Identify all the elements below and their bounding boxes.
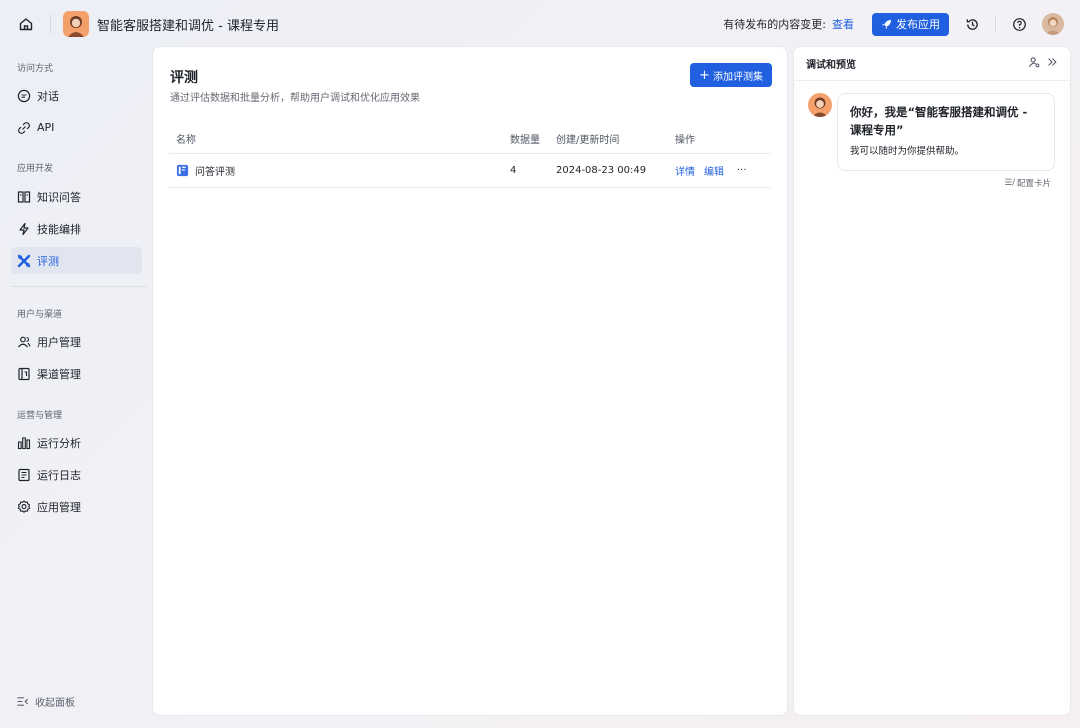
more-options-icon[interactable]: ··· <box>737 165 747 176</box>
sidebar-item-run-analysis[interactable]: 运行分析 <box>11 429 142 456</box>
users-icon <box>18 336 31 347</box>
home-icon[interactable] <box>16 14 36 34</box>
sidebar-item-label: 技能编排 <box>37 222 81 236</box>
row-actions: 详情 编辑 ··· <box>675 154 747 187</box>
header-separator <box>995 16 996 32</box>
view-changes-link[interactable]: 查看 <box>832 16 854 32</box>
add-evaluation-set-label: 添加评测集 <box>712 71 763 83</box>
page-description: 通过评估数据和批量分析，帮助用户调试和优化应用效果 <box>170 93 420 104</box>
sidebar-item-api[interactable]: API <box>11 114 142 141</box>
section-ops: 运营与管理 <box>17 411 63 421</box>
sidebar-item-user-management[interactable]: 用户管理 <box>11 328 142 355</box>
config-card-label: 配置卡片 <box>1016 179 1051 189</box>
api-link-icon <box>18 121 30 134</box>
evaluation-table: 名称 数据量 创建/更新时间 操作 问答评测 4 2024-08-23 00:4… <box>169 123 771 188</box>
header-divider <box>50 14 51 34</box>
table-header: 名称 数据量 创建/更新时间 操作 <box>169 123 771 154</box>
sidebar-item-label: 应用管理 <box>37 500 81 514</box>
column-name: 名称 <box>176 134 196 146</box>
history-icon[interactable] <box>963 15 981 33</box>
sidebar-item-run-log[interactable]: 运行日志 <box>11 461 142 488</box>
row-name-cell: 问答评测 <box>176 154 235 187</box>
main-panel: 评测 通过评估数据和批量分析，帮助用户调试和优化应用效果 + 添加评测集 名称 … <box>152 46 788 716</box>
panel-title: 调试和预览 <box>806 60 856 71</box>
sidebar-item-label: 评测 <box>37 254 59 268</box>
edit-link[interactable]: 编辑 <box>704 163 724 178</box>
config-card-button[interactable]: ☰/ 配置卡片 <box>1005 177 1052 189</box>
sidebar-divider <box>11 286 147 287</box>
table-row[interactable]: 问答评测 4 2024-08-23 00:49 详情 编辑 ··· <box>169 154 771 188</box>
user-settings-icon[interactable] <box>1028 56 1040 71</box>
sidebar-item-label: 知识问答 <box>37 190 81 204</box>
sidebar-item-label: 运行日志 <box>37 468 81 482</box>
column-time: 创建/更新时间 <box>556 134 620 146</box>
column-count: 数据量 <box>510 134 540 146</box>
top-bar: 智能客服搭建和调优 - 课程专用 有待发布的内容变更: 查看 发布应用 <box>0 0 1080 48</box>
sidebar-item-label: API <box>37 121 55 134</box>
welcome-message: 你好，我是“智能客服搭建和调优 - 课程专用” 我可以随时为你提供帮助。 <box>837 93 1055 171</box>
publish-button[interactable]: 发布应用 <box>872 12 949 36</box>
panel-header: 调试和预览 <box>794 47 1070 81</box>
book-icon <box>17 190 31 203</box>
app-title: 智能客服搭建和调优 - 课程专用 <box>97 18 279 34</box>
pending-changes-text: 有待发布的内容变更: <box>723 18 826 31</box>
plus-icon: + <box>699 67 710 83</box>
add-evaluation-set-button[interactable]: + 添加评测集 <box>690 63 772 87</box>
row-time: 2024-08-23 00:49 <box>556 165 647 176</box>
debug-preview-panel: 调试和预览 你好，我是“智能客服搭建和调优 - 课程专用” 我可以随时为你提供帮… <box>793 46 1071 716</box>
section-app-dev: 应用开发 <box>17 164 54 174</box>
sidebar-item-evaluation[interactable]: 评测 <box>11 247 142 274</box>
detail-link[interactable]: 详情 <box>675 163 695 178</box>
rocket-icon <box>881 19 892 29</box>
channel-icon <box>18 367 30 380</box>
publish-label: 发布应用 <box>896 18 940 31</box>
sidebar-item-knowledge-qa[interactable]: 知识问答 <box>11 183 142 210</box>
section-users-channels: 用户与渠道 <box>17 310 63 320</box>
collapse-icon <box>17 697 29 706</box>
evaluation-icon <box>17 254 31 267</box>
collapse-label: 收起面板 <box>35 698 75 709</box>
app-avatar[interactable] <box>63 11 89 37</box>
sidebar: 访问方式 对话 API 应用开发 知识问答 技能编排 评测 用户与渠道 用户管理… <box>0 48 150 728</box>
sidebar-item-app-management[interactable]: 应用管理 <box>11 493 142 520</box>
sidebar-item-label: 对话 <box>37 89 59 103</box>
lightning-icon <box>19 222 29 235</box>
bot-avatar <box>808 93 832 117</box>
bar-chart-icon <box>17 436 31 449</box>
user-avatar[interactable] <box>1042 13 1064 35</box>
sidebar-item-chat[interactable]: 对话 <box>11 82 142 109</box>
gear-icon <box>17 499 31 513</box>
chat-icon <box>17 89 31 102</box>
config-card-icon: ☰/ <box>1004 178 1015 188</box>
help-icon[interactable] <box>1010 15 1028 33</box>
welcome-subtitle: 我可以随时为你提供帮助。 <box>850 146 965 157</box>
sidebar-item-label: 运行分析 <box>37 436 81 450</box>
expand-double-chevron-icon[interactable] <box>1046 56 1058 71</box>
column-actions: 操作 <box>675 134 695 146</box>
row-name[interactable]: 问答评测 <box>195 163 235 178</box>
section-access: 访问方式 <box>17 64 54 74</box>
sidebar-item-channel-management[interactable]: 渠道管理 <box>11 360 142 387</box>
dataset-icon <box>176 164 189 177</box>
welcome-title: 你好，我是“智能客服搭建和调优 - 课程专用” <box>850 105 1028 137</box>
collapse-panel-button[interactable]: 收起面板 <box>16 694 75 709</box>
page-title: 评测 <box>170 70 198 86</box>
sidebar-item-label: 渠道管理 <box>37 367 81 381</box>
sidebar-item-skill-orchestration[interactable]: 技能编排 <box>11 215 142 242</box>
row-count: 4 <box>510 165 517 176</box>
log-icon <box>18 468 30 481</box>
sidebar-item-label: 用户管理 <box>37 335 81 349</box>
